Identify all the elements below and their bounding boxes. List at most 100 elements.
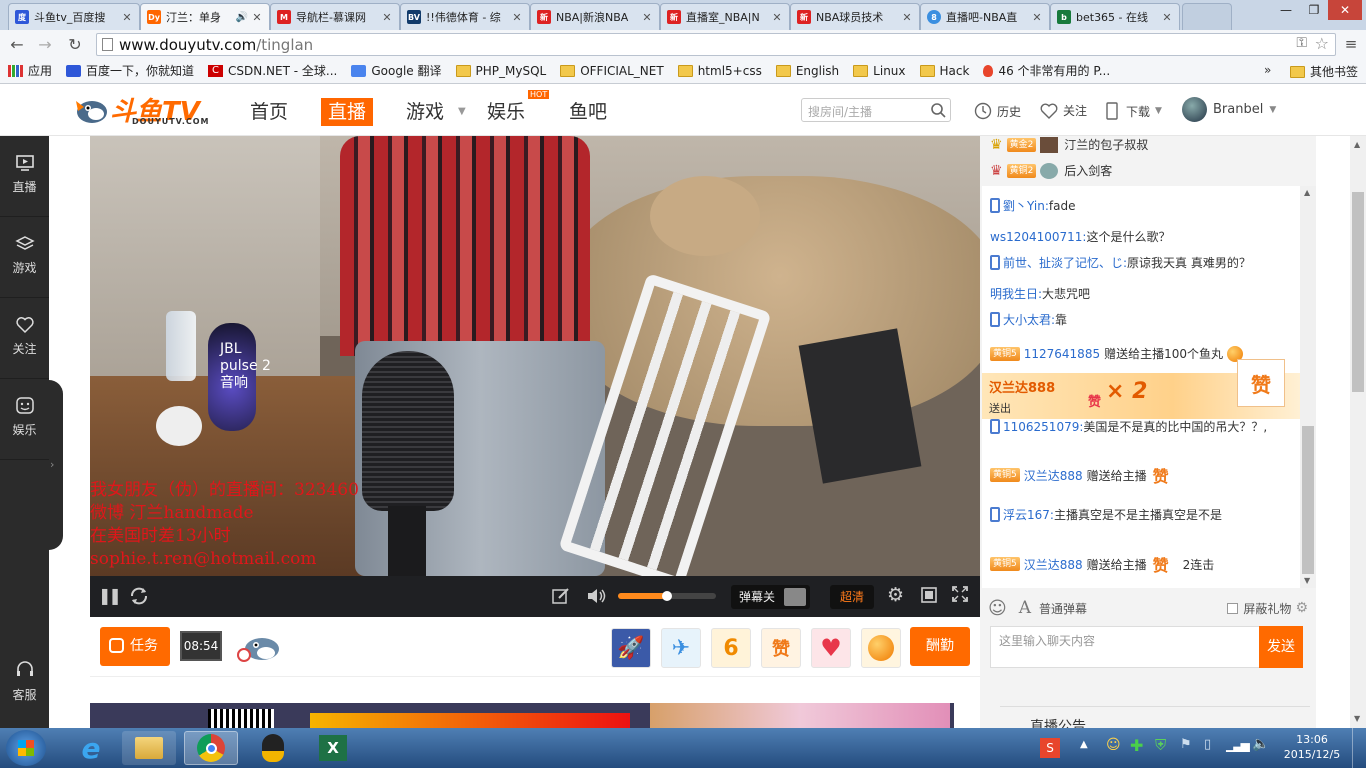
tray-shield-icon[interactable]: ⛨ bbox=[1155, 736, 1166, 754]
bookmark-folder-hack[interactable]: Hack bbox=[919, 64, 969, 78]
chrome-taskbar-icon[interactable] bbox=[184, 731, 238, 765]
tray-device-icon[interactable]: ▯ bbox=[1204, 737, 1211, 752]
reload-button[interactable]: ↻ bbox=[64, 34, 86, 54]
restore-button[interactable]: ❐ bbox=[1300, 0, 1328, 20]
gift-rocket[interactable]: 🚀 bbox=[611, 628, 651, 668]
send-button[interactable]: 发送 bbox=[1259, 626, 1303, 668]
ie-taskbar-icon[interactable]: e bbox=[64, 731, 118, 765]
scroll-down-icon[interactable]: ▼ bbox=[1354, 714, 1360, 723]
block-gift-checkbox[interactable] bbox=[1227, 602, 1239, 614]
bookmark-folder-english[interactable]: English bbox=[775, 64, 839, 78]
window-close-button[interactable]: ✕ bbox=[1328, 0, 1362, 20]
other-bookmarks[interactable]: 其他书签 bbox=[1290, 63, 1358, 80]
ad-banner[interactable] bbox=[90, 703, 954, 728]
menu-icon[interactable]: ≡ bbox=[1340, 34, 1362, 54]
follow-link[interactable]: 关注 bbox=[1040, 102, 1087, 119]
volume-slider[interactable] bbox=[618, 591, 716, 601]
bookmark-folder-linux[interactable]: Linux bbox=[853, 64, 906, 78]
chat-input[interactable]: 这里输入聊天内容 bbox=[990, 626, 1260, 668]
scroll-thumb[interactable] bbox=[1302, 426, 1314, 574]
new-tab-button[interactable] bbox=[1182, 3, 1232, 30]
bookmark-google-translate[interactable]: Google 翻译 bbox=[351, 62, 442, 79]
scroll-up-icon[interactable]: ▲ bbox=[1354, 140, 1360, 149]
chat-scrollbar[interactable]: ▲ ▼ bbox=[1300, 186, 1316, 588]
bookmarks-overflow-button[interactable]: » bbox=[1264, 63, 1271, 77]
gift-fishball[interactable] bbox=[861, 628, 901, 668]
bookmark-folder-php[interactable]: PHP_MySQL bbox=[455, 64, 546, 78]
close-icon[interactable]: ✕ bbox=[1161, 11, 1173, 24]
start-button[interactable] bbox=[6, 730, 46, 766]
sidebar-item-follow[interactable]: 关注 bbox=[0, 298, 49, 379]
close-icon[interactable]: ✕ bbox=[511, 11, 523, 24]
qq-taskbar-icon[interactable] bbox=[246, 731, 300, 765]
network-signal-icon[interactable]: ▁▃▅ bbox=[1226, 738, 1250, 752]
settings-gear-icon[interactable]: ⚙ bbox=[1295, 600, 1308, 616]
widescreen-icon[interactable] bbox=[921, 587, 937, 603]
douyu-logo[interactable]: 斗鱼TV DOUYUTV.COM bbox=[74, 93, 209, 129]
tab-imooc[interactable]: M 导航栏-慕课网 ✕ bbox=[270, 3, 400, 30]
close-icon[interactable]: ✕ bbox=[121, 11, 133, 24]
key-icon[interactable]: ⚿ bbox=[1296, 35, 1307, 51]
close-icon[interactable]: ✕ bbox=[251, 11, 263, 24]
tab-bet365[interactable]: b bet365 - 在线 ✕ bbox=[1050, 3, 1180, 30]
reward-button[interactable]: 酬勤 bbox=[910, 627, 970, 666]
bookmark-folder-html5[interactable]: html5+css bbox=[677, 64, 762, 78]
refresh-icon[interactable] bbox=[128, 585, 150, 607]
nav-fishbar[interactable]: 鱼吧 bbox=[569, 98, 607, 126]
gift-heart[interactable]: ♥ bbox=[811, 628, 851, 668]
sidebar-item-games[interactable]: 游戏 bbox=[0, 217, 49, 298]
address-bar[interactable]: www.douyutv.com/tinglan ⚿ ☆ bbox=[96, 33, 1336, 56]
tab-sina-nba[interactable]: 新 NBA|新浪NBA ✕ bbox=[530, 3, 660, 30]
tab-sina-live[interactable]: 新直播室_NBA|N ✕ bbox=[660, 3, 790, 30]
bookmark-folder-official[interactable]: OFFICIAL_NET bbox=[560, 64, 664, 78]
close-icon[interactable]: ✕ bbox=[771, 11, 783, 24]
fish-ball-icon[interactable] bbox=[236, 631, 282, 665]
online-timer[interactable]: 08:54 bbox=[180, 631, 222, 661]
fullscreen-icon[interactable] bbox=[952, 586, 968, 602]
tray-smiley-icon[interactable]: ☺ bbox=[1106, 737, 1121, 753]
danmu-toggle[interactable]: 弹幕关 bbox=[731, 585, 810, 609]
minimize-button[interactable]: — bbox=[1272, 0, 1300, 20]
edit-icon[interactable] bbox=[552, 587, 570, 605]
sidebar-item-entertainment[interactable]: 娱乐 bbox=[0, 379, 49, 460]
tray-flag-icon[interactable]: ⚑ bbox=[1180, 737, 1192, 752]
sidebar-item-service[interactable]: 客服 bbox=[0, 642, 49, 723]
page-scrollbar[interactable]: ▲ ▼ bbox=[1350, 136, 1366, 728]
search-icon[interactable] bbox=[930, 102, 946, 118]
bookmark-apps[interactable]: 应用 bbox=[8, 62, 52, 79]
scroll-down-icon[interactable]: ▼ bbox=[1304, 576, 1310, 585]
scroll-up-icon[interactable]: ▲ bbox=[1304, 188, 1310, 197]
gift-airplane[interactable]: ✈ bbox=[661, 628, 701, 668]
tab-baidu[interactable]: 度斗鱼tv_百度搜 ✕ bbox=[8, 3, 140, 30]
task-button[interactable]: 任务 bbox=[100, 627, 170, 666]
gift-like[interactable]: 赞 bbox=[761, 628, 801, 668]
settings-gear-icon[interactable]: ⚙ bbox=[887, 584, 904, 606]
user-menu[interactable]: Branbel ▼ bbox=[1182, 97, 1276, 122]
close-icon[interactable]: ✕ bbox=[381, 11, 393, 24]
download-link[interactable]: 下载 ▼ bbox=[1106, 102, 1162, 120]
nav-live[interactable]: 直播 bbox=[321, 98, 374, 126]
speaker-icon[interactable]: 🔈 bbox=[1252, 736, 1269, 752]
gift-six[interactable]: 6 bbox=[711, 628, 751, 668]
excel-taskbar-icon[interactable]: X bbox=[306, 731, 360, 765]
tab-sina-stats[interactable]: 新 NBA球员技术 ✕ bbox=[790, 3, 920, 30]
emoji-icon[interactable]: ☺ bbox=[988, 598, 1007, 619]
volume-knob[interactable] bbox=[662, 591, 672, 601]
tab-bv[interactable]: BV !!伟德体育 - 综 ✕ bbox=[400, 3, 530, 30]
bookmark-csdn[interactable]: C CSDN.NET - 全球... bbox=[208, 62, 337, 79]
scroll-thumb[interactable] bbox=[1352, 192, 1364, 392]
tab-douyu[interactable]: Dy 汀兰：单身 🔊 ✕ bbox=[140, 3, 270, 30]
nav-home[interactable]: 首页 bbox=[250, 98, 288, 126]
close-icon[interactable]: ✕ bbox=[641, 11, 653, 24]
search-input[interactable]: 搜房间/主播 bbox=[801, 98, 951, 122]
back-button[interactable]: ← bbox=[6, 34, 28, 54]
close-icon[interactable]: ✕ bbox=[1031, 11, 1043, 24]
tab-zhibo8[interactable]: 8 直播吧-NBA直 ✕ bbox=[920, 3, 1050, 30]
bookmark-star-icon[interactable]: ☆ bbox=[1315, 34, 1329, 53]
clock[interactable]: 13:06 2015/12/5 bbox=[1280, 732, 1344, 762]
font-icon[interactable]: A bbox=[1019, 598, 1031, 618]
pause-button[interactable]: ❚❚ bbox=[98, 586, 122, 605]
danmu-mode[interactable]: 普通弹幕 bbox=[1039, 600, 1087, 617]
tray-app-icon[interactable]: S bbox=[1040, 738, 1060, 758]
explorer-taskbar-icon[interactable] bbox=[122, 731, 176, 765]
